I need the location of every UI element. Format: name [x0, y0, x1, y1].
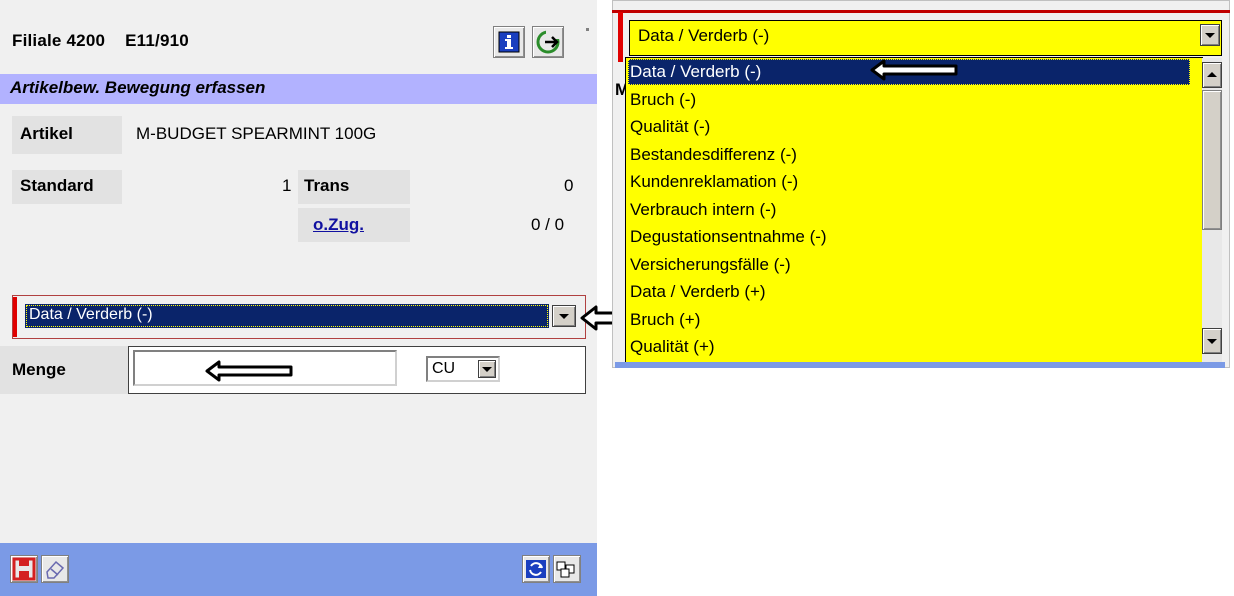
erase-icon	[46, 560, 65, 579]
unit-dropdown-button[interactable]	[478, 360, 496, 378]
artikel-value: M-BUDGET SPEARMINT 100G	[136, 124, 377, 143]
dropdown-option[interactable]: Degustationsentnahme (-)	[628, 224, 1190, 250]
standard-value: 1	[282, 176, 292, 195]
arrow-left-icon	[870, 59, 958, 81]
dropdown-bottom-bar	[615, 362, 1225, 368]
ozug-link[interactable]: o.Zug.	[313, 215, 364, 235]
info-icon	[498, 31, 520, 53]
dropdown-option[interactable]: Bestandesdifferenz (-)	[628, 142, 1190, 168]
dropdown-zoom-view: M Data / Verderb (-) Data / Verderb (-) …	[612, 0, 1234, 370]
reason-combo-dropdown-button[interactable]	[552, 305, 576, 327]
keyboard-button[interactable]	[553, 555, 581, 583]
screen-title: Artikelbew. Bewegung erfassen	[10, 78, 266, 97]
filiale-label: Filiale 4200	[12, 31, 106, 50]
scroll-down-button[interactable]	[1202, 328, 1222, 354]
screen-title-bar: Artikelbew. Bewegung erfassen	[0, 74, 597, 104]
dropdown-list: Data / Verderb (-) Bruch (-) Qualität (-…	[625, 57, 1203, 363]
dropdown-option[interactable]: Qualität (+)	[628, 334, 1190, 360]
dropdown-option[interactable]: Data / Verderb (+)	[628, 279, 1190, 305]
exit-button[interactable]	[532, 26, 564, 58]
standard-label: Standard	[20, 176, 94, 195]
save-icon	[12, 557, 36, 581]
scroll-up-button[interactable]	[1202, 62, 1222, 88]
reason-combo-expanded-value: Data / Verderb (-)	[638, 26, 770, 45]
header: Filiale 4200 E11/910	[0, 18, 597, 70]
required-marker	[618, 12, 623, 62]
dropdown-option[interactable]: Bruch (-)	[628, 87, 1190, 113]
menge-label: Menge	[12, 360, 66, 379]
dropdown-option[interactable]: Kundenreklamation (-)	[628, 169, 1190, 195]
document-code: E11/910	[125, 31, 189, 50]
refresh-icon	[526, 560, 546, 578]
info-button[interactable]	[493, 26, 525, 58]
exit-icon	[536, 29, 560, 54]
dropdown-option[interactable]: Bruch (+)	[628, 307, 1190, 333]
required-marker	[13, 297, 17, 337]
artikel-label: Artikel	[20, 124, 73, 143]
trans-label: Trans	[304, 176, 350, 195]
dropdown-option[interactable]: Qualität (-)	[628, 114, 1190, 140]
reason-combo[interactable]: Data / Verderb (-)	[25, 304, 549, 328]
save-button[interactable]	[10, 555, 38, 583]
toolbar-separator	[586, 28, 589, 31]
trans-value: 0	[564, 176, 574, 195]
ozug-value: 0 / 0	[531, 215, 565, 234]
unit-value: CU	[432, 360, 456, 377]
arrow-left-icon	[205, 360, 293, 382]
refresh-button[interactable]	[522, 555, 550, 583]
erase-button[interactable]	[41, 555, 69, 583]
app-panel: Filiale 4200 E11/910 Artikelbew. Bewegung…	[0, 0, 597, 596]
dropdown-scrollbar-thumb[interactable]	[1202, 90, 1222, 230]
reason-combo-expanded[interactable]: Data / Verderb (-)	[629, 20, 1222, 56]
keyboard-icon	[556, 561, 575, 578]
dropdown-option[interactable]: Versicherungsfälle (-)	[628, 252, 1190, 278]
footer-toolbar	[0, 543, 597, 596]
combo-dropdown-button[interactable]	[1200, 24, 1220, 46]
dropdown-option[interactable]: Verbrauch intern (-)	[628, 197, 1190, 223]
dropdown-top-border	[612, 10, 1230, 13]
reason-combo-value: Data / Verderb (-)	[29, 306, 153, 323]
header-title: Filiale 4200 E11/910	[12, 31, 209, 51]
